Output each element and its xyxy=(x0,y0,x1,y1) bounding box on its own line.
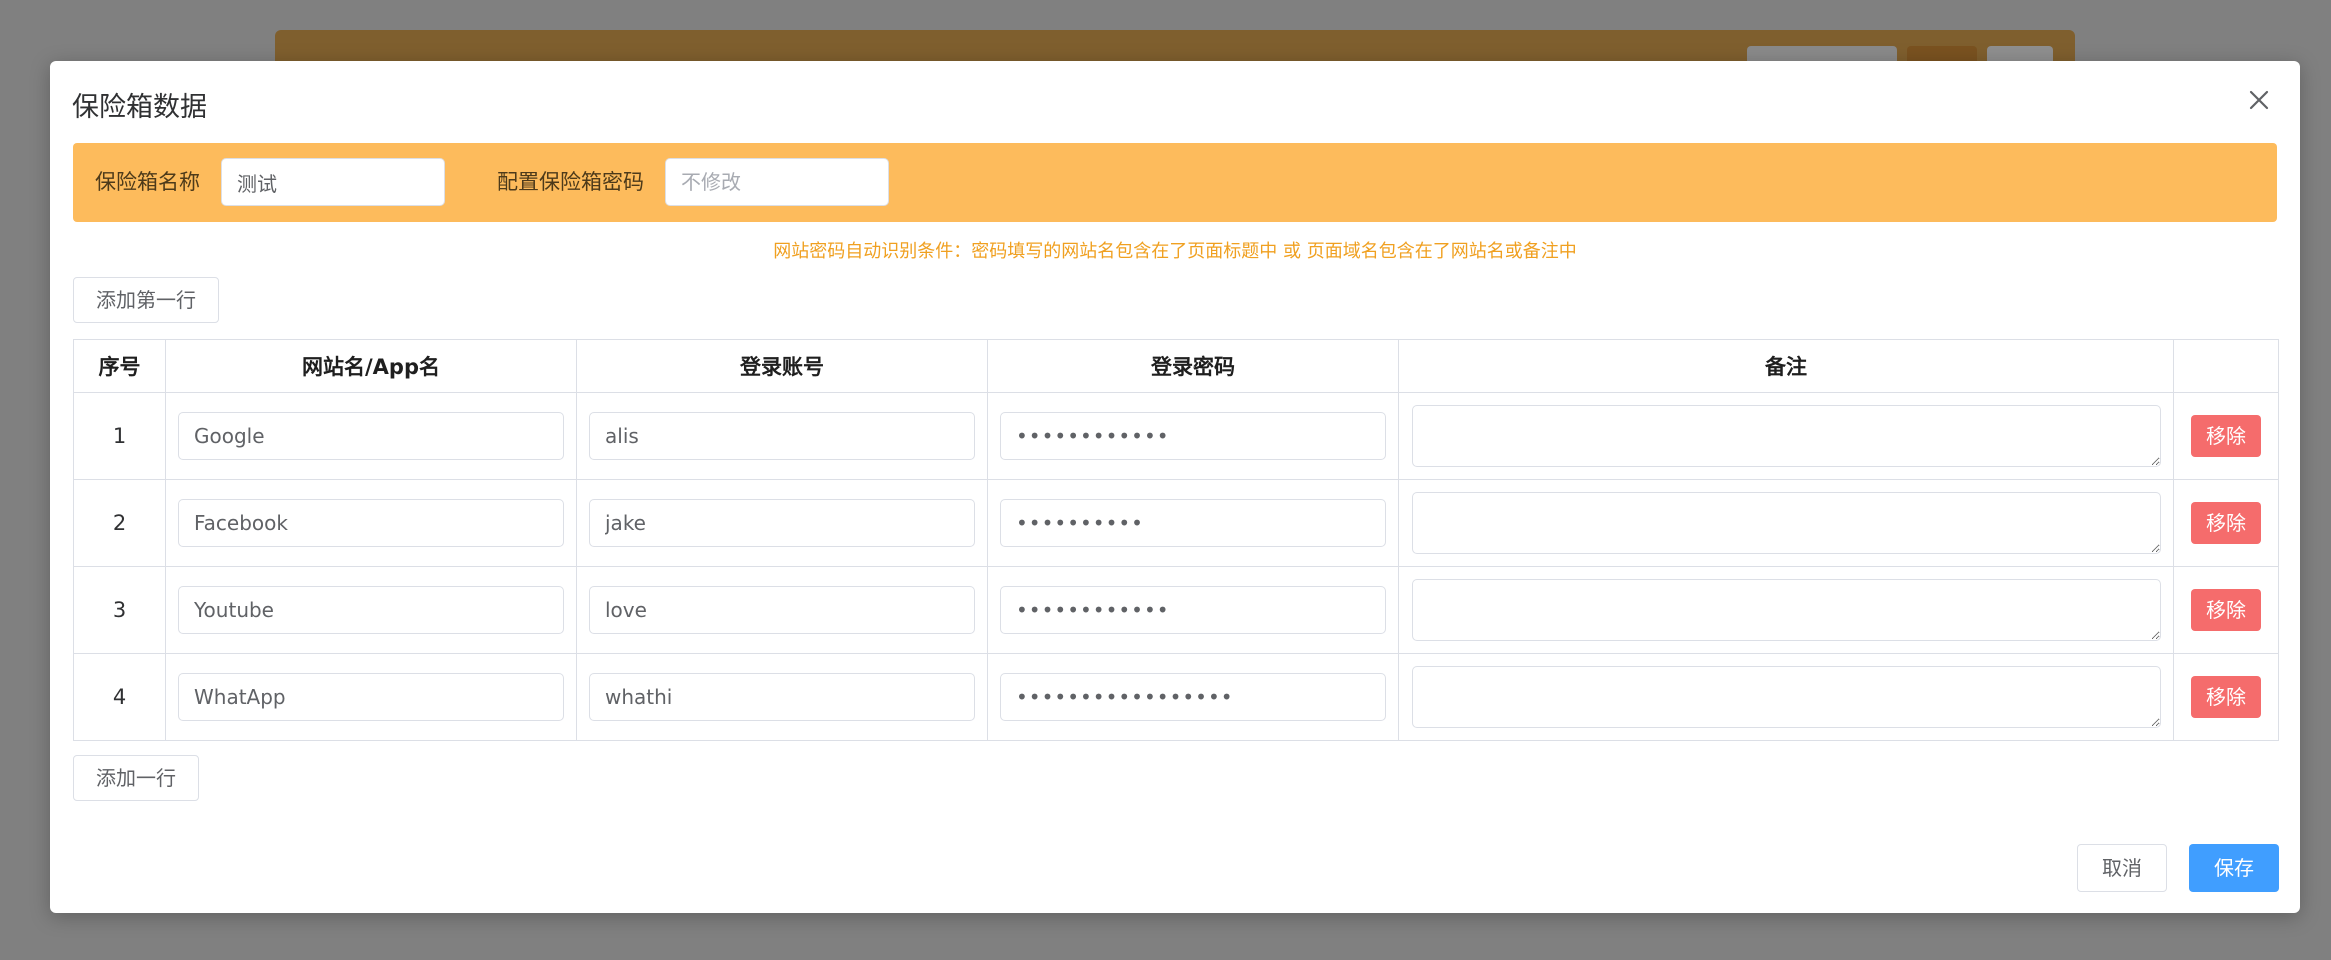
add-first-row-button[interactable]: 添加第一行 xyxy=(73,277,219,323)
site-input[interactable] xyxy=(178,586,564,634)
note-textarea[interactable] xyxy=(1411,492,2161,554)
table-row: 1 移除 xyxy=(73,392,2279,480)
vault-config-bar: 保险箱名称 配置保险箱密码 xyxy=(73,143,2277,222)
vault-dialog: 保险箱数据 保险箱名称 配置保险箱密码 网站密码自动识别条件：密码填写的网站名包… xyxy=(50,61,2300,913)
password-input[interactable] xyxy=(1000,499,1386,547)
table-header-row: 序号 网站名/App名 登录账号 登录密码 备注 xyxy=(73,339,2279,393)
cancel-button[interactable]: 取消 xyxy=(2077,844,2167,892)
password-input[interactable] xyxy=(1000,586,1386,634)
table-row: 2 移除 xyxy=(73,479,2279,567)
vault-name-label: 保险箱名称 xyxy=(95,170,200,194)
remove-row-button[interactable]: 移除 xyxy=(2191,676,2261,718)
site-input[interactable] xyxy=(178,673,564,721)
header-note: 备注 xyxy=(1398,339,2174,393)
account-input[interactable] xyxy=(589,499,975,547)
password-input[interactable] xyxy=(1000,673,1386,721)
note-textarea[interactable] xyxy=(1411,579,2161,641)
remove-row-button[interactable]: 移除 xyxy=(2191,502,2261,544)
remove-row-button[interactable]: 移除 xyxy=(2191,589,2261,631)
header-actions xyxy=(2173,339,2279,393)
save-button[interactable]: 保存 xyxy=(2189,844,2279,892)
remove-row-button[interactable]: 移除 xyxy=(2191,415,2261,457)
table-row: 3 移除 xyxy=(73,566,2279,654)
header-password: 登录密码 xyxy=(987,339,1399,393)
account-input[interactable] xyxy=(589,586,975,634)
row-index: 3 xyxy=(73,566,166,654)
header-index: 序号 xyxy=(73,339,166,393)
add-row-button[interactable]: 添加一行 xyxy=(73,755,199,801)
password-input[interactable] xyxy=(1000,412,1386,460)
credentials-table: 序号 网站名/App名 登录账号 登录密码 备注 1 移除 2 xyxy=(73,339,2279,741)
vault-password-label: 配置保险箱密码 xyxy=(497,170,644,194)
vault-name-input[interactable] xyxy=(221,158,445,206)
row-index: 4 xyxy=(73,653,166,741)
site-input[interactable] xyxy=(178,412,564,460)
header-account: 登录账号 xyxy=(576,339,988,393)
vault-password-input[interactable] xyxy=(665,158,889,206)
row-index: 2 xyxy=(73,479,166,567)
table-row: 4 移除 xyxy=(73,653,2279,741)
row-index: 1 xyxy=(73,392,166,480)
site-input[interactable] xyxy=(178,499,564,547)
header-site: 网站名/App名 xyxy=(165,339,577,393)
note-textarea[interactable] xyxy=(1411,666,2161,728)
account-input[interactable] xyxy=(589,673,975,721)
note-textarea[interactable] xyxy=(1411,405,2161,467)
account-input[interactable] xyxy=(589,412,975,460)
auto-detect-hint: 网站密码自动识别条件：密码填写的网站名包含在了页面标题中 或 页面域名包含在了网… xyxy=(773,241,1577,262)
close-icon[interactable] xyxy=(2244,85,2274,115)
dialog-title: 保险箱数据 xyxy=(72,92,207,123)
